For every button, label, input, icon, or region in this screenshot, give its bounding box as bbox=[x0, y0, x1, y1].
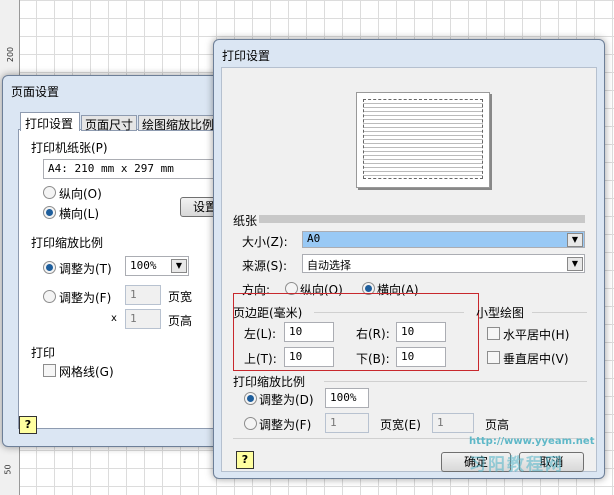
margins-label: 页边距(毫米) bbox=[233, 306, 303, 320]
tab-page-size[interactable]: 页面尺寸 bbox=[81, 115, 137, 132]
source-label: 来源(S): bbox=[242, 259, 288, 273]
landscape-label: 横向(L) bbox=[59, 207, 100, 221]
dialog-title: 打印设置 bbox=[222, 49, 271, 63]
small-drawing-label: 小型绘图 bbox=[476, 306, 525, 320]
size-label: 大小(Z): bbox=[242, 235, 288, 249]
portrait-label: 纵向(O) bbox=[59, 187, 102, 201]
help-icon[interactable]: ? bbox=[236, 451, 254, 469]
left-margin-input[interactable]: 10 bbox=[284, 322, 334, 342]
fit-width-input[interactable]: 1 bbox=[325, 413, 369, 433]
page-high-label: 页高 bbox=[485, 418, 510, 432]
center-horizontal-label: 水平居中(H) bbox=[503, 328, 570, 342]
times-label: x bbox=[111, 313, 117, 324]
adjust-to-radio[interactable] bbox=[244, 392, 257, 405]
dialog-title: 页面设置 bbox=[11, 85, 60, 99]
portrait-radio[interactable] bbox=[43, 186, 56, 199]
divider bbox=[259, 215, 585, 223]
gridlines-checkbox[interactable] bbox=[43, 364, 56, 377]
top-margin-input[interactable]: 10 bbox=[284, 347, 334, 367]
bottom-margin-input[interactable]: 10 bbox=[396, 347, 446, 367]
page-high-label: 页高 bbox=[168, 314, 193, 328]
fit-to-label: 调整为(F) bbox=[259, 418, 312, 432]
fit-height-input[interactable]: 1 bbox=[125, 309, 161, 329]
watermark-url: http://www.yyeam.net bbox=[469, 436, 595, 447]
help-icon[interactable]: ? bbox=[19, 416, 37, 434]
adjust-to-label: 调整为(T) bbox=[59, 262, 112, 276]
fit-width-input[interactable]: 1 bbox=[125, 285, 161, 305]
fit-height-input[interactable]: 1 bbox=[432, 413, 474, 433]
printer-paper-label: 打印机纸张(P) bbox=[31, 141, 108, 155]
scale-label: 打印缩放比例 bbox=[233, 375, 306, 389]
right-margin-input[interactable]: 10 bbox=[396, 322, 446, 342]
chevron-down-icon[interactable]: ▼ bbox=[567, 257, 583, 271]
tab-print-settings[interactable]: 打印设置 bbox=[20, 112, 80, 131]
adjust-to-radio[interactable] bbox=[43, 261, 56, 274]
ruler-label: 200 bbox=[6, 46, 16, 63]
paper-label: 纸张 bbox=[233, 214, 258, 228]
fit-to-label: 调整为(F) bbox=[59, 291, 112, 305]
landscape-radio[interactable] bbox=[43, 206, 56, 219]
center-vertical-label: 垂直居中(V) bbox=[503, 352, 569, 366]
page-setup-dialog: 页面设置 打印设置 页面尺寸 绘图缩放比例 打印机纸张(P) A4: 210 m… bbox=[2, 75, 233, 447]
gridlines-label: 网格线(G) bbox=[59, 365, 114, 379]
fit-to-radio[interactable] bbox=[43, 290, 56, 303]
scale-input[interactable]: 100% bbox=[325, 388, 369, 408]
ruler-label: 50 bbox=[3, 464, 13, 475]
paper-source-select[interactable]: 自动选择 bbox=[302, 254, 585, 273]
top-margin-label: 上(T): bbox=[244, 352, 277, 366]
page-wide-label: 页宽 bbox=[168, 290, 193, 304]
print-preview bbox=[356, 92, 490, 188]
chevron-down-icon[interactable]: ▼ bbox=[567, 233, 583, 247]
scale-label: 打印缩放比例 bbox=[31, 236, 104, 250]
left-margin-label: 左(L): bbox=[244, 327, 277, 341]
watermark-site: 习阳教程网 bbox=[469, 455, 564, 475]
print-setup-dialog: 打印设置 纸张 大小(Z): A0 ▼ 来源(S): 自动选择 ▼ 方向: 纵向… bbox=[213, 39, 605, 479]
bottom-margin-label: 下(B): bbox=[356, 352, 390, 366]
center-horizontal-checkbox[interactable] bbox=[487, 327, 500, 340]
fit-to-radio[interactable] bbox=[244, 417, 257, 430]
center-vertical-checkbox[interactable] bbox=[487, 351, 500, 364]
right-margin-label: 右(R): bbox=[356, 327, 390, 341]
paper-field[interactable]: A4: 210 mm x 297 mm bbox=[43, 159, 233, 179]
adjust-to-label: 调整为(D) bbox=[259, 393, 314, 407]
paper-size-select[interactable]: A0 bbox=[302, 231, 585, 248]
chevron-down-icon[interactable]: ▼ bbox=[171, 259, 187, 273]
page-wide-label: 页宽(E) bbox=[380, 418, 421, 432]
print-label: 打印 bbox=[31, 346, 56, 360]
